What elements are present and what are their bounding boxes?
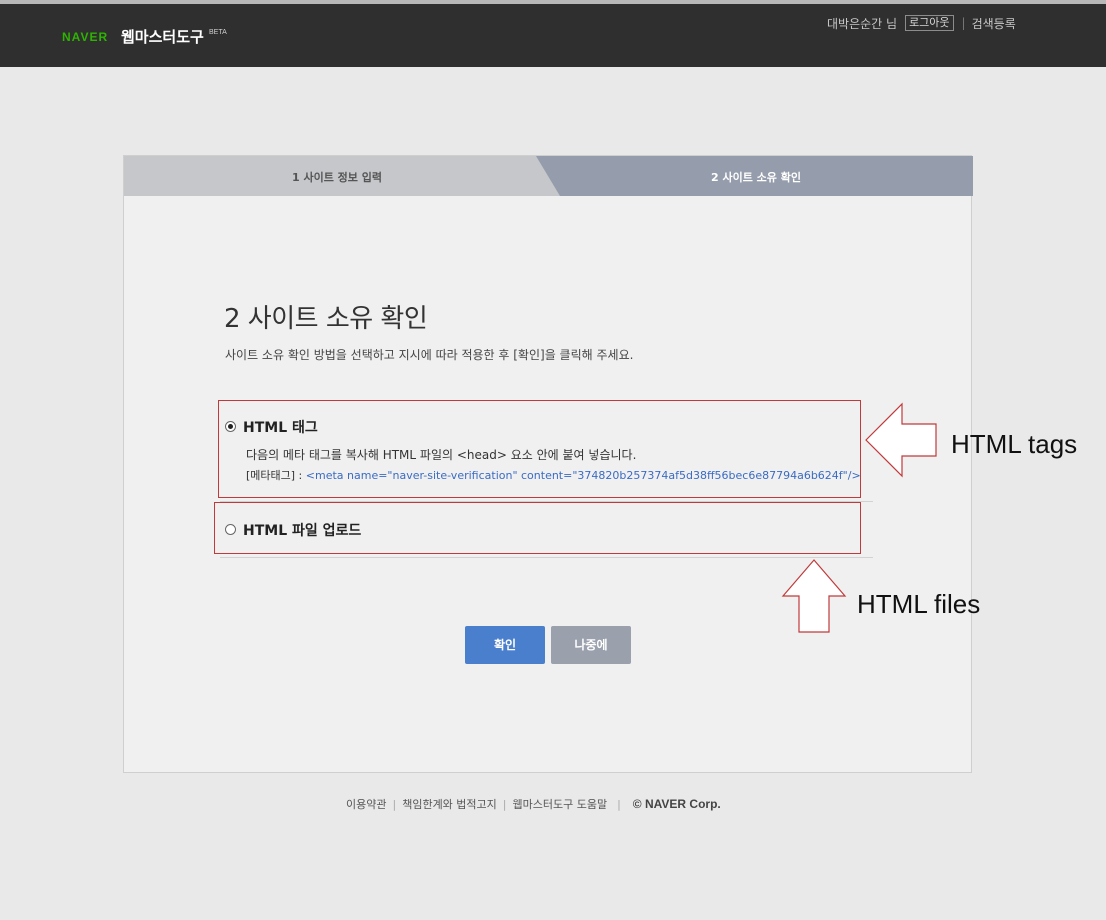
arrow-up-icon xyxy=(781,559,847,633)
step-1-label: 1 사이트 정보 입력 xyxy=(292,171,382,184)
footer-help-link[interactable]: 웹마스터도구 도움말 xyxy=(513,796,608,812)
user-name: 대박은순간 님 xyxy=(827,16,898,31)
footer: 이용약관 | 책임한계와 법적고지 | 웹마스터도구 도움말 | © NAVER… xyxy=(346,796,721,812)
divider: | xyxy=(961,16,966,30)
step-2-label: 2 사이트 소유 확인 xyxy=(711,171,801,184)
divider: | xyxy=(392,797,397,811)
arrow-left-icon xyxy=(865,402,937,478)
step-indicator: 1 사이트 정보 입력 2 사이트 소유 확인 xyxy=(124,156,973,196)
later-button[interactable]: 나중에 xyxy=(551,626,631,664)
annotation-html-tags: HTML tags xyxy=(951,429,1078,459)
divider: | xyxy=(502,797,507,811)
header-bar: NAVER 웹마스터도구 BETA 대박은순간 님 로그아웃 | 검색등록 xyxy=(0,4,1106,67)
page-title: 2 사이트 소유 확인 xyxy=(224,304,428,334)
annotation-html-files: HTML files xyxy=(857,589,981,619)
option-divider xyxy=(220,557,873,558)
annotation-box-tags xyxy=(218,400,861,498)
step-2-tab: 2 사이트 소유 확인 xyxy=(536,156,973,196)
beta-badge: BETA xyxy=(209,29,227,36)
footer-legal-link[interactable]: 책임한계와 법적고지 xyxy=(402,796,497,812)
naver-logo[interactable]: NAVER xyxy=(62,30,108,44)
confirm-button[interactable]: 확인 xyxy=(465,626,545,664)
copyright: © NAVER Corp. xyxy=(632,797,721,811)
service-name[interactable]: 웹마스터도구 xyxy=(121,26,204,47)
divider: | xyxy=(617,797,621,811)
annotation-box-files xyxy=(214,502,861,554)
search-register-link[interactable]: 검색등록 xyxy=(972,15,1016,32)
page-description: 사이트 소유 확인 방법을 선택하고 지시에 따라 적용한 후 [확인]을 클릭… xyxy=(225,348,634,362)
footer-terms-link[interactable]: 이용약관 xyxy=(346,796,386,812)
logout-button[interactable]: 로그아웃 xyxy=(905,15,954,31)
user-area: 대박은순간 님 로그아웃 | 검색등록 xyxy=(827,15,1016,31)
